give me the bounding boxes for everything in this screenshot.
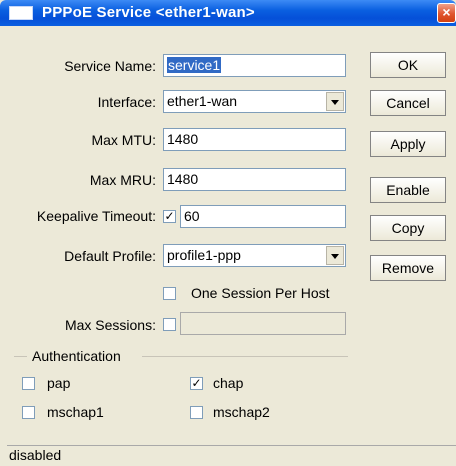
ok-button[interactable]: OK — [370, 52, 446, 78]
max-sessions-checkbox[interactable] — [163, 318, 176, 331]
service-name-input[interactable]: service1 — [163, 54, 346, 77]
copy-button[interactable]: Copy — [370, 215, 446, 241]
cancel-button[interactable]: Cancel — [370, 90, 446, 116]
service-name-value: service1 — [167, 57, 222, 73]
pap-label: pap — [47, 375, 71, 391]
default-profile-select[interactable]: profile1-ppp — [163, 244, 346, 267]
enable-button[interactable]: Enable — [370, 177, 446, 203]
apply-button[interactable]: Apply — [370, 131, 446, 157]
max-mru-label: Max MRU: — [89, 172, 156, 188]
authentication-title: Authentication — [32, 348, 121, 364]
interface-label: Interface: — [97, 94, 156, 110]
mschap2-checkbox[interactable] — [190, 406, 203, 419]
window-title: PPPoE Service <ether1-wan> — [42, 4, 255, 21]
one-session-per-host-checkbox[interactable] — [163, 287, 176, 300]
max-mtu-label: Max MTU: — [91, 132, 156, 148]
mschap1-checkbox[interactable] — [22, 406, 35, 419]
interface-value: ether1-wan — [167, 93, 238, 109]
max-mru-input[interactable]: 1480 — [163, 168, 346, 191]
close-button[interactable]: × — [437, 3, 456, 23]
keepalive-timeout-checkbox[interactable]: ✓ — [163, 210, 176, 223]
chap-label: chap — [213, 375, 244, 391]
chevron-down-icon[interactable] — [326, 92, 344, 111]
interface-select[interactable]: ether1-wan — [163, 90, 346, 113]
remove-button[interactable]: Remove — [370, 255, 446, 281]
title-bar[interactable]: PPPoE Service <ether1-wan> × — [0, 0, 456, 26]
keepalive-timeout-label: Keepalive Timeout: — [36, 208, 156, 224]
chevron-down-icon[interactable] — [326, 246, 344, 265]
max-mtu-input[interactable]: 1480 — [163, 128, 346, 151]
mschap2-label: mschap2 — [213, 404, 270, 420]
default-profile-label: Default Profile: — [64, 248, 156, 264]
pppoe-service-dialog: PPPoE Service <ether1-wan> × Service Nam… — [0, 0, 456, 466]
default-profile-value: profile1-ppp — [167, 247, 241, 263]
one-session-per-host-label: One Session Per Host — [191, 285, 330, 301]
group-divider — [142, 356, 348, 357]
group-divider — [14, 356, 27, 357]
window-icon — [9, 6, 33, 20]
mschap1-label: mschap1 — [47, 404, 104, 420]
status-bar: disabled — [7, 445, 456, 466]
service-name-label: Service Name: — [64, 58, 156, 74]
max-sessions-label: Max Sessions: — [64, 317, 156, 333]
chap-checkbox[interactable]: ✓ — [190, 377, 203, 390]
max-sessions-input[interactable] — [180, 312, 346, 335]
keepalive-timeout-input[interactable]: 60 — [180, 205, 346, 228]
pap-checkbox[interactable] — [22, 377, 35, 390]
